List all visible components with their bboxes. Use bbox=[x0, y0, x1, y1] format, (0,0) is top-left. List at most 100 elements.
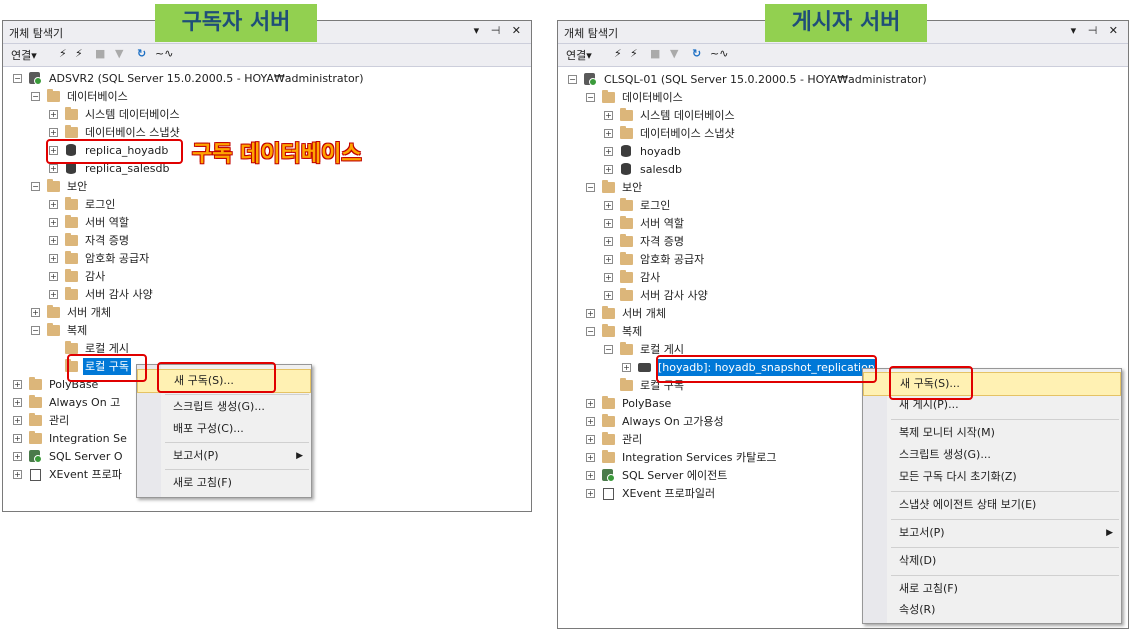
publisher-server-banner: 게시자 서버 bbox=[765, 4, 927, 42]
expand-icon[interactable]: + bbox=[586, 399, 595, 408]
menu-delete[interactable]: 삭제(D) bbox=[863, 550, 1121, 572]
folder-icon bbox=[620, 252, 633, 265]
expand-icon[interactable]: + bbox=[49, 254, 58, 263]
expand-icon[interactable]: + bbox=[604, 165, 613, 174]
collapse-icon[interactable]: − bbox=[31, 326, 40, 335]
filter-icon: ▼ bbox=[670, 47, 679, 60]
folder-icon bbox=[65, 287, 78, 300]
folder-icon bbox=[29, 413, 42, 426]
expand-icon[interactable]: + bbox=[604, 129, 613, 138]
database-icon bbox=[621, 163, 631, 175]
collapse-icon[interactable]: − bbox=[586, 327, 595, 336]
xevent-icon bbox=[603, 488, 614, 500]
expand-icon[interactable]: + bbox=[586, 453, 595, 462]
submenu-arrow-icon: ▶ bbox=[1106, 528, 1113, 538]
expand-icon[interactable]: + bbox=[604, 219, 613, 228]
expand-icon[interactable]: + bbox=[604, 291, 613, 300]
menu-deploy-config[interactable]: 배포 구성(C)... bbox=[137, 418, 311, 440]
collapse-icon[interactable]: − bbox=[586, 183, 595, 192]
folder-icon bbox=[29, 431, 42, 444]
folder-icon bbox=[65, 233, 78, 246]
expand-icon[interactable]: + bbox=[586, 309, 595, 318]
folder-icon bbox=[602, 414, 615, 427]
expand-icon[interactable]: + bbox=[604, 111, 613, 120]
collapse-icon[interactable]: − bbox=[568, 75, 577, 84]
folder-icon bbox=[602, 324, 615, 337]
folder-icon bbox=[602, 180, 615, 193]
highlight-new-subscription-left bbox=[157, 362, 276, 393]
agent-icon bbox=[29, 450, 42, 463]
expand-icon[interactable]: + bbox=[604, 273, 613, 282]
context-menu-publication: 새 구독(S)... 새 게시(P)... 복제 모니터 시작(M) 스크립트 … bbox=[862, 368, 1122, 624]
highlight-new-subscription-right bbox=[889, 366, 973, 400]
expand-icon[interactable]: + bbox=[586, 417, 595, 426]
folder-icon bbox=[602, 306, 615, 319]
folder-icon bbox=[620, 126, 633, 139]
expand-icon[interactable]: + bbox=[49, 164, 58, 173]
connect-icon[interactable]: ⚡ bbox=[614, 47, 622, 60]
refresh-icon[interactable]: ↻ bbox=[692, 47, 701, 60]
expand-icon[interactable]: + bbox=[604, 201, 613, 210]
expand-icon[interactable]: + bbox=[622, 363, 631, 372]
collapse-icon[interactable]: − bbox=[13, 74, 22, 83]
menu-reinitialize-all[interactable]: 모든 구독 다시 초기화(Z) bbox=[863, 466, 1121, 488]
connect-button[interactable]: 연결▾ bbox=[566, 47, 592, 63]
expand-icon[interactable]: + bbox=[604, 237, 613, 246]
collapse-icon[interactable]: − bbox=[586, 93, 595, 102]
expand-icon[interactable]: + bbox=[49, 236, 58, 245]
expand-icon[interactable]: + bbox=[13, 452, 22, 461]
connect-button[interactable]: 연결▾ bbox=[11, 47, 37, 63]
database-icon bbox=[621, 145, 631, 157]
menu-generate-script[interactable]: 스크립트 생성(G)... bbox=[137, 396, 311, 418]
disconnect-icon[interactable]: ⚡ bbox=[630, 47, 638, 60]
activity-monitor-icon[interactable]: ~∿ bbox=[155, 47, 173, 60]
expand-icon[interactable]: + bbox=[586, 471, 595, 480]
folder-icon bbox=[602, 90, 615, 103]
expand-icon[interactable]: + bbox=[604, 147, 613, 156]
panel-window-buttons[interactable]: ▾ ⊣ ✕ bbox=[474, 24, 525, 37]
panel-window-buttons[interactable]: ▾ ⊣ ✕ bbox=[1071, 24, 1122, 37]
expand-icon[interactable]: + bbox=[13, 470, 22, 479]
folder-icon bbox=[65, 125, 78, 138]
expand-icon[interactable]: + bbox=[13, 380, 22, 389]
expand-icon[interactable]: + bbox=[49, 218, 58, 227]
expand-icon[interactable]: + bbox=[13, 398, 22, 407]
expand-icon[interactable]: + bbox=[604, 255, 613, 264]
collapse-icon[interactable]: − bbox=[31, 92, 40, 101]
submenu-arrow-icon: ▶ bbox=[296, 451, 303, 461]
menu-refresh[interactable]: 새로 고침(F) bbox=[137, 472, 311, 494]
folder-icon bbox=[620, 108, 633, 121]
folder-icon bbox=[620, 378, 633, 391]
expand-icon[interactable]: + bbox=[586, 435, 595, 444]
subscription-database-annotation: 구독 데이터베이스 bbox=[192, 142, 362, 167]
expand-icon[interactable]: + bbox=[13, 434, 22, 443]
menu-generate-script[interactable]: 스크립트 생성(G)... bbox=[863, 444, 1121, 466]
folder-icon bbox=[65, 197, 78, 210]
expand-icon[interactable]: + bbox=[49, 290, 58, 299]
menu-reports[interactable]: 보고서(P) ▶ bbox=[137, 445, 311, 467]
menu-snapshot-agent-status[interactable]: 스냅샷 에이전트 상태 보기(E) bbox=[863, 494, 1121, 516]
collapse-icon[interactable]: − bbox=[31, 182, 40, 191]
collapse-icon[interactable]: − bbox=[604, 345, 613, 354]
stop-icon: ■ bbox=[95, 47, 106, 60]
explorer-toolbar: 연결▾ ⚡ ⚡ ■ ▼ ↻ ~∿ bbox=[558, 44, 1128, 67]
expand-icon[interactable]: + bbox=[31, 308, 40, 317]
expand-icon[interactable]: + bbox=[49, 200, 58, 209]
disconnect-icon[interactable]: ⚡ bbox=[75, 47, 83, 60]
expand-icon[interactable]: + bbox=[49, 272, 58, 281]
expand-icon[interactable]: + bbox=[586, 489, 595, 498]
expand-icon[interactable]: + bbox=[13, 416, 22, 425]
menu-properties[interactable]: 속성(R) bbox=[863, 599, 1121, 621]
folder-icon bbox=[620, 288, 633, 301]
menu-reports[interactable]: 보고서(P) ▶ bbox=[863, 522, 1121, 544]
connect-icon[interactable]: ⚡ bbox=[59, 47, 67, 60]
folder-icon bbox=[65, 107, 78, 120]
panel-title: 개체 탐색기 bbox=[9, 27, 64, 40]
refresh-icon[interactable]: ↻ bbox=[137, 47, 146, 60]
expand-icon[interactable]: + bbox=[49, 110, 58, 119]
menu-refresh[interactable]: 새로 고침(F) bbox=[863, 578, 1121, 600]
expand-icon[interactable]: + bbox=[49, 128, 58, 137]
activity-monitor-icon[interactable]: ~∿ bbox=[710, 47, 728, 60]
folder-icon bbox=[620, 216, 633, 229]
menu-replication-monitor[interactable]: 복제 모니터 시작(M) bbox=[863, 422, 1121, 444]
